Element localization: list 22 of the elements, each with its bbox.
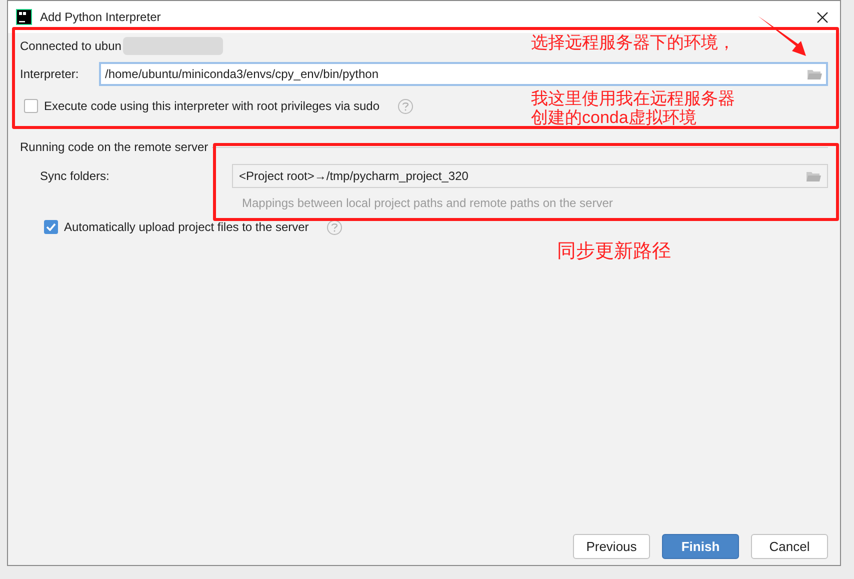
checkbox[interactable] — [44, 220, 58, 234]
section-title: Running code on the remote server — [20, 139, 208, 156]
close-icon[interactable] — [817, 12, 828, 22]
auto-upload-label: Automatically upload project files to the server — [64, 219, 309, 236]
dialog-button[interactable]: Cancel — [751, 534, 828, 559]
connection-label: Connected to ubun — [20, 38, 122, 55]
sync-folders-field[interactable]: <Project root>→/tmp/pycharm_project_320 — [232, 164, 828, 188]
folder-icon[interactable] — [807, 68, 822, 80]
dialog-button[interactable]: Finish — [662, 534, 739, 559]
app-logo-icon — [16, 9, 32, 25]
help-icon[interactable] — [326, 220, 342, 234]
dialog-button[interactable]: Previous — [573, 534, 650, 559]
annotation-text: 同步更新路径 — [557, 240, 671, 264]
folder-icon[interactable] — [806, 170, 821, 182]
sudo-label: Execute code using this interpreter with root privileges via sudo — [44, 98, 380, 115]
sync-folders-label: Sync folders: — [40, 168, 110, 185]
interpreter-field[interactable]: /home/ubuntu/miniconda3/envs/cpy_env/bin/python — [99, 62, 828, 86]
interpreter-label: Interpreter: — [20, 66, 80, 83]
checkbox[interactable] — [24, 99, 38, 113]
help-icon[interactable] — [398, 98, 413, 114]
window-title: Add Python Interpreter — [40, 9, 161, 26]
sync-hint: Mappings between local project paths and remote paths on the server — [242, 195, 613, 212]
